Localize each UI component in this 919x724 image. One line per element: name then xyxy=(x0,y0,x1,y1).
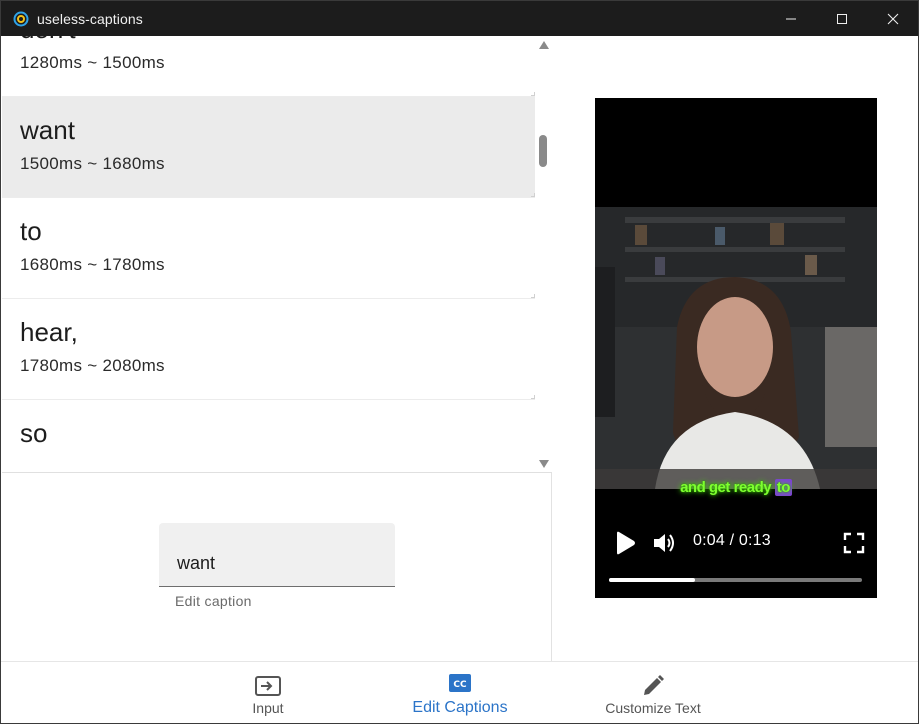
app-logo-icon xyxy=(13,11,29,26)
caption-time: 1780ms ~ 2080ms xyxy=(20,356,165,375)
nav-edit-captions[interactable]: CC Edit Captions xyxy=(400,662,520,723)
nav-input-label: Input xyxy=(252,700,284,716)
caption-word: want xyxy=(20,115,75,145)
caption-word: to xyxy=(20,216,42,246)
bottom-navigation: Input CC Edit Captions Customize Text xyxy=(1,661,918,723)
scroll-down-arrow-icon[interactable] xyxy=(539,460,549,468)
volume-icon xyxy=(654,534,674,552)
caption-word: hear, xyxy=(20,317,78,347)
video-controls: 0:04 / 0:13 xyxy=(595,526,877,586)
fullscreen-icon xyxy=(843,532,865,554)
list-scrollbar[interactable] xyxy=(535,36,552,472)
video-time-display: 0:04 / 0:13 xyxy=(693,532,771,549)
scroll-thumb[interactable] xyxy=(539,135,547,167)
caption-edit-field[interactable] xyxy=(159,523,395,587)
nav-input[interactable]: Input xyxy=(208,662,328,723)
window-title: useless-captions xyxy=(37,10,143,27)
volume-button[interactable] xyxy=(651,530,677,561)
closed-captions-icon: CC xyxy=(449,674,471,692)
video-frame xyxy=(595,207,877,489)
caption-input[interactable] xyxy=(177,553,377,574)
caption-item[interactable]: don't 1280ms ~ 1500ms xyxy=(2,36,535,97)
minimize-button[interactable] xyxy=(765,1,816,36)
video-progress-fill xyxy=(609,578,696,582)
caption-item[interactable]: to 1680ms ~ 1780ms xyxy=(2,198,535,299)
close-icon xyxy=(887,13,898,24)
caption-editor-pane: don't 1280ms ~ 1500ms want 1500ms ~ 1680… xyxy=(2,36,552,661)
caption-input-helper: Edit caption xyxy=(175,593,252,609)
caption-item-selected[interactable]: want 1500ms ~ 1680ms xyxy=(2,97,535,198)
fullscreen-button[interactable] xyxy=(843,532,865,559)
nav-customize-text-label: Customize Text xyxy=(605,700,701,716)
caption-list[interactable]: don't 1280ms ~ 1500ms want 1500ms ~ 1680… xyxy=(2,36,552,473)
pencil-icon xyxy=(644,675,664,695)
caption-time: 1280ms ~ 1500ms xyxy=(20,53,165,72)
caption-time: 1500ms ~ 1680ms xyxy=(20,154,165,173)
video-progress-bar[interactable] xyxy=(609,578,862,582)
scroll-up-arrow-icon[interactable] xyxy=(539,41,549,49)
play-icon xyxy=(617,531,635,555)
caption-overlay-text: and get ready xyxy=(680,479,772,496)
title-bar[interactable]: useless-captions xyxy=(1,1,918,36)
preview-pane: and get ready to 0:04 / 0:13 xyxy=(553,36,918,661)
input-icon xyxy=(255,676,281,696)
close-button[interactable] xyxy=(867,1,918,36)
minimize-icon xyxy=(785,18,796,19)
caption-overlay-highlight: to xyxy=(774,479,792,496)
caption-item[interactable]: hear, 1780ms ~ 2080ms xyxy=(2,299,535,400)
video-frame-image xyxy=(595,207,877,489)
app-window: useless-captions don't 1280ms ~ 1500ms xyxy=(0,0,919,724)
nav-customize-text[interactable]: Customize Text xyxy=(593,662,713,723)
maximize-icon xyxy=(836,13,847,24)
caption-word: so xyxy=(20,418,48,448)
maximize-button[interactable] xyxy=(816,1,867,36)
video-player[interactable]: and get ready to 0:04 / 0:13 xyxy=(595,98,877,598)
nav-edit-captions-label: Edit Captions xyxy=(412,699,508,716)
svg-text:CC: CC xyxy=(453,680,467,690)
play-button[interactable] xyxy=(611,530,637,561)
caption-word: don't xyxy=(20,36,76,45)
video-caption-overlay: and get ready to xyxy=(595,479,877,496)
caption-item[interactable]: so xyxy=(2,400,535,472)
caption-time: 1680ms ~ 1780ms xyxy=(20,255,165,274)
